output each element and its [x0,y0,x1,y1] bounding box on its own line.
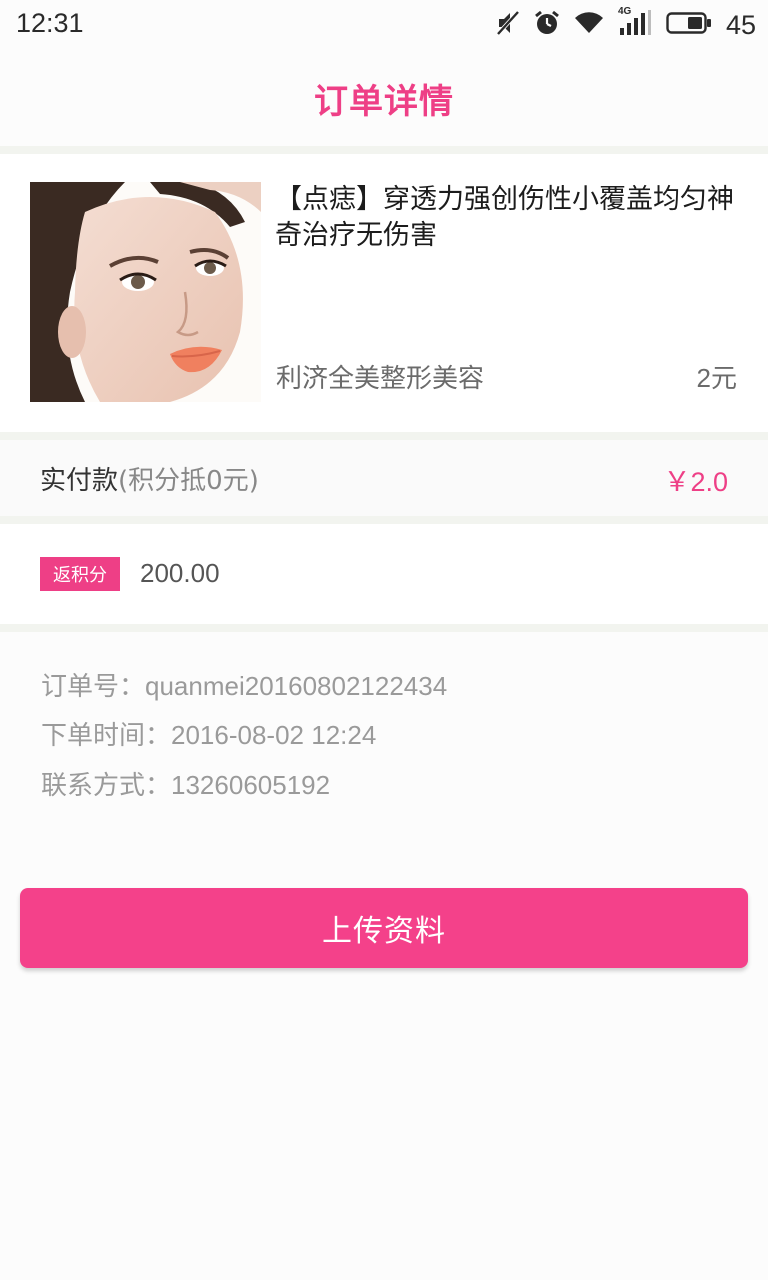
product-price: 2元 [696,363,737,393]
product-card[interactable]: 【点痣】穿透力强创伤性小覆盖均匀神奇治疗无伤害 利济全美整形美容 2元 [0,154,768,432]
status-icons: 4G 45 [496,6,756,42]
order-number-label: 订单号： [41,672,146,702]
order-info: 订单号：quanmei20160802122434 下单时间：2016-08-0… [0,632,768,832]
contact-row: 联系方式：13260605192 [41,765,330,802]
points-row: 返积分 200.00 [0,524,768,624]
mute-icon [496,10,520,40]
payment-amount: ￥2.0 [663,467,728,497]
divider [0,516,768,524]
payment-row: 实付款(积分抵0元) ￥2.0 [0,440,768,516]
contact-label: 联系方式： [41,771,172,801]
shop-name: 利济全美整形美容 [276,364,485,394]
divider [0,146,768,154]
upload-info-button[interactable]: 上传资料 [20,888,748,968]
order-time-row: 下单时间：2016-08-02 12:24 [41,715,376,752]
order-time-label: 下单时间： [41,721,172,751]
divider [0,432,768,440]
contact-phone: 13260605192 [171,770,331,800]
battery-level: 45 [725,9,756,40]
product-image[interactable] [30,182,261,402]
payment-label-main: 实付款 [40,466,119,496]
alarm-icon [534,10,560,40]
wifi-icon [574,11,604,39]
divider [0,624,768,632]
app-header: 订单详情 [0,50,768,146]
signal-icon: 4G [618,6,652,40]
battery-icon [666,11,712,39]
points-value: 200.00 [140,558,220,588]
page-title: 订单详情 [314,81,454,122]
points-badge: 返积分 [40,557,120,591]
payment-label: 实付款(积分抵0元) [40,460,259,497]
network-type: 4G [617,6,632,17]
status-time: 12:31 [16,8,84,38]
order-number-row: 订单号：quanmei20160802122434 [41,666,447,703]
order-time: 2016-08-02 12:24 [171,720,377,750]
product-name: 【点痣】穿透力强创伤性小覆盖均匀神奇治疗无伤害 [275,184,734,251]
payment-note: (积分抵0元) [118,466,259,496]
order-number: quanmei20160802122434 [145,671,448,701]
status-bar: 12:31 4G 45 [0,0,768,50]
